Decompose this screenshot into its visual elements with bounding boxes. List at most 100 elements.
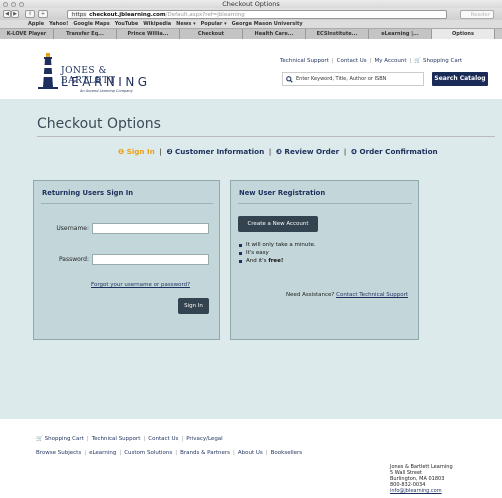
step-3-label: Review Order <box>284 147 340 156</box>
footer-link-elearning[interactable]: eLearning <box>89 450 116 456</box>
bookmark-news[interactable]: News ▾ <box>176 21 195 27</box>
close-window-button[interactable] <box>3 1 8 7</box>
url-path: /Default.aspx?ref=jblearning <box>165 11 245 18</box>
forward-arrow-icon: ▶ <box>13 11 17 17</box>
footer-links-row2: Browse Subjects | eLearning | Custom Solutio… <box>36 450 302 456</box>
cart-icon: 🛒 <box>36 436 43 442</box>
header-link-technical-support[interactable]: Technical Support <box>280 58 329 64</box>
footer-link-shopping-cart[interactable]: Shopping Cart <box>45 436 84 442</box>
header-link-contact-us[interactable]: Contact Us <box>337 58 367 64</box>
window-title: Checkout Options <box>222 0 280 8</box>
tab-options[interactable]: Options <box>432 29 495 39</box>
forgot-credentials-link[interactable]: Forgot your username or password? <box>91 282 190 288</box>
window-titlebar: Checkout Options <box>0 0 502 8</box>
footer-link-privacy[interactable]: Privacy/Legal <box>186 436 223 442</box>
search-catalog-button[interactable]: Search Catalog <box>432 72 488 86</box>
divider: | <box>119 450 122 456</box>
footer-link-about-us[interactable]: About Us <box>238 450 263 456</box>
divider: | <box>331 58 334 64</box>
tab-checkout[interactable]: Checkout <box>180 29 243 39</box>
list-item: It's easy <box>239 249 316 257</box>
create-account-button[interactable]: Create a New Account <box>238 216 318 232</box>
lighthouse-logo-icon <box>38 53 58 89</box>
tab-prince[interactable]: Prince Willia... <box>117 29 180 39</box>
bookmark-apple[interactable]: Apple <box>28 21 44 27</box>
divider: | <box>409 58 412 64</box>
register-title: New User Registration <box>239 189 326 197</box>
divider: | <box>86 436 89 442</box>
step-2-label: Customer Information <box>175 147 265 156</box>
contact-support-link[interactable]: Contact Technical Support <box>336 292 408 298</box>
step-4-label: Order Confirmation <box>359 147 438 156</box>
reader-label: Reader <box>470 11 490 18</box>
bookmark-google-maps[interactable]: Google Maps <box>73 21 109 27</box>
https-badge: https <box>71 11 88 18</box>
divider: | <box>181 436 184 442</box>
assist-prefix: Need Assistance? <box>286 292 335 298</box>
tab-bar: K-LOVE Player Transfer Eq... Prince Will… <box>0 29 502 39</box>
register-box: New User Registration Create a New Accou… <box>230 180 419 340</box>
footer-link-contact-us[interactable]: Contact Us <box>148 436 178 442</box>
signin-title: Returning Users Sign In <box>42 189 134 197</box>
header-link-shopping-cart[interactable]: Shopping Cart <box>423 58 462 64</box>
password-label: Password: <box>58 256 89 263</box>
bookmark-wikipedia[interactable]: Wikipedia <box>143 21 171 27</box>
divider: | <box>233 450 235 456</box>
tab-transfer[interactable]: Transfer Eq... <box>54 29 117 39</box>
step-3-review-order: ❸ Review Order <box>275 147 340 156</box>
bullet-emphasis: free! <box>268 258 284 264</box>
search-icon <box>286 75 293 83</box>
divider: | <box>266 147 274 156</box>
back-button[interactable]: ◀ <box>3 10 11 18</box>
zoom-window-button[interactable] <box>19 1 24 7</box>
footer-link-brands-partners[interactable]: Brands & Partners <box>180 450 230 456</box>
step-1-label: Sign In <box>126 147 155 156</box>
tab-elearning[interactable]: eLearning |... <box>369 29 432 39</box>
footer-links-row1: 🛒 Shopping Cart | Technical Support | Contac… <box>36 436 223 442</box>
company-address: Jones & Bartlett Learning 5 Wall Street … <box>390 464 453 494</box>
plus-icon: + <box>40 11 46 17</box>
list-item: And it's free! <box>239 257 316 265</box>
header-link-my-account[interactable]: My Account <box>375 58 407 64</box>
title-divider <box>37 136 495 137</box>
bookmark-youtube[interactable]: YouTube <box>115 21 139 27</box>
tab-ecs[interactable]: ECSInstitute... <box>306 29 369 39</box>
tab-klove[interactable]: K-LOVE Player <box>0 29 54 39</box>
sign-in-button[interactable]: Sign In <box>178 298 209 314</box>
email-link[interactable]: info@jblearning.com <box>390 488 453 494</box>
divider: | <box>369 58 372 64</box>
forward-button[interactable]: ▶ <box>11 10 19 18</box>
reader-button[interactable]: Reader <box>460 9 494 19</box>
assistance-text: Need Assistance? Contact Technical Suppo… <box>286 292 408 298</box>
bookmark-popular[interactable]: Popular ▾ <box>201 21 227 27</box>
divider: | <box>84 450 87 456</box>
back-arrow-icon: ◀ <box>5 11 9 17</box>
footer-link-technical-support[interactable]: Technical Support <box>92 436 141 442</box>
bookmarks-bar: Apple Yahoo! Google Maps YouTube Wikiped… <box>0 20 502 29</box>
footer-link-browse-subjects[interactable]: Browse Subjects <box>36 450 81 456</box>
footer-link-custom-solutions[interactable]: Custom Solutions <box>124 450 172 456</box>
register-divider <box>238 203 412 204</box>
window-controls <box>3 1 24 7</box>
username-input[interactable] <box>92 223 209 234</box>
divider: | <box>156 147 165 156</box>
divider: | <box>341 147 349 156</box>
divider: | <box>265 450 268 456</box>
cart-icon: 🛒 <box>414 58 422 64</box>
share-button[interactable]: ⇪ <box>25 10 35 18</box>
tab-health[interactable]: Health Care... <box>243 29 306 39</box>
step-1-sign-in: ❶ Sign In <box>118 147 155 156</box>
minimize-window-button[interactable] <box>11 1 16 7</box>
address-bar[interactable]: https checkout.jblearning.com/Default.asp… <box>67 9 447 19</box>
password-input[interactable] <box>92 254 209 265</box>
register-benefits-list: It will only take a minute. It's easy An… <box>239 241 316 265</box>
add-bookmark-button[interactable]: + <box>38 10 48 18</box>
search-input[interactable]: Enter Keyword, Title, Author or ISBN <box>282 72 424 86</box>
username-label: Username: <box>56 225 89 232</box>
url-host: checkout.jblearning.com <box>89 11 166 18</box>
bookmark-yahoo[interactable]: Yahoo! <box>49 21 68 27</box>
site-logo[interactable]: JONES & BARTLETT LEARNING An Ascend Lear… <box>38 51 148 93</box>
list-item: It will only take a minute. <box>239 241 316 249</box>
bookmark-gmu[interactable]: George Mason University <box>232 21 303 27</box>
footer-link-booksellers[interactable]: Booksellers <box>271 450 303 456</box>
